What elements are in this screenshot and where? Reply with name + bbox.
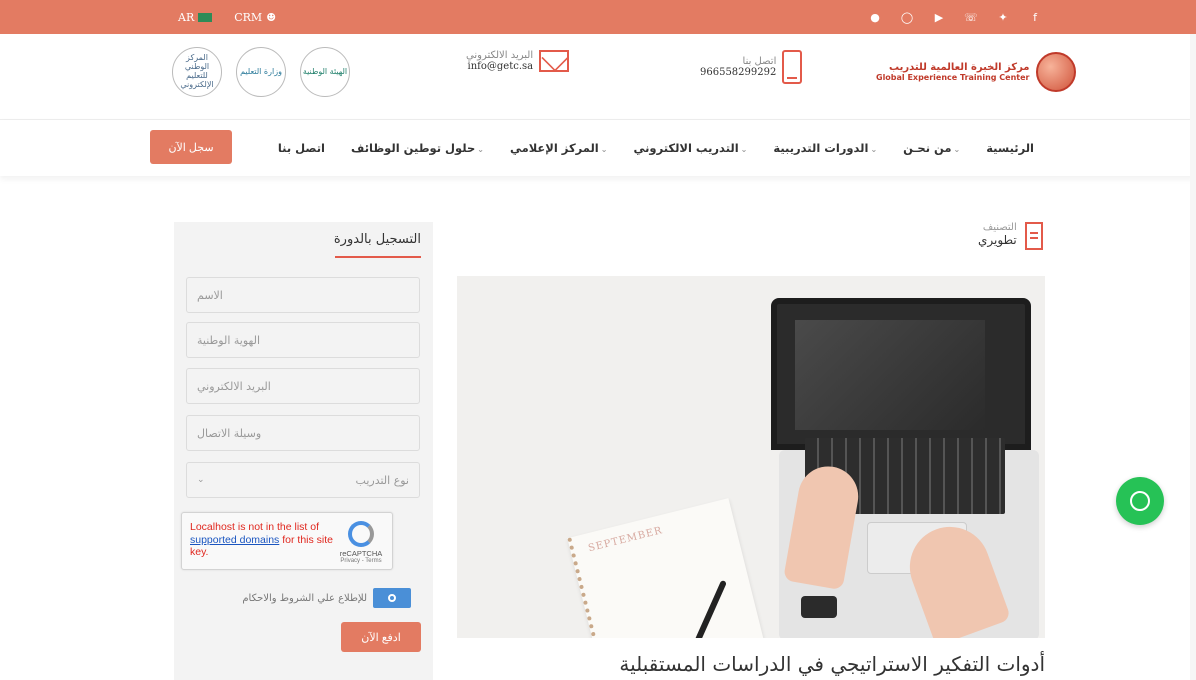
recaptcha-error: Localhost is not in the list of supporte… xyxy=(190,521,340,559)
whatsapp-float-button[interactable] xyxy=(1116,477,1164,525)
scrollbar[interactable] xyxy=(1190,34,1196,680)
brand-name-ar: مركز الخبرة العالمية للتدريب xyxy=(889,62,1030,73)
notebook-illustration: SEPTEMBER xyxy=(567,498,765,638)
nav-item[interactable]: حلول توطين الوظائف ⌄ xyxy=(351,141,484,155)
email-label: البريد الالكتروني xyxy=(466,50,534,61)
recaptcha-label: reCAPTCHA xyxy=(339,549,383,558)
contact-method-placeholder: وسيلة الاتصال xyxy=(197,426,262,440)
contact-method-input[interactable]: وسيلة الاتصال xyxy=(186,415,420,451)
chevron-down-icon: ⌄ xyxy=(600,145,608,154)
email-contact[interactable]: البريد الالكتروني info@getc.sa xyxy=(466,50,570,72)
circle-icon[interactable]: ● xyxy=(866,11,884,24)
user-icon: ☻ xyxy=(266,10,277,24)
category-label: التصنيف xyxy=(982,222,1017,233)
top-bar: AR CRM ☻ ● ◯ ▶ ☏ ✦ f xyxy=(0,0,1196,34)
partner-name: المركز الوطني للتعليم الإلكتروني xyxy=(180,53,214,89)
whatsapp-icon[interactable]: ☏ xyxy=(962,11,980,24)
national-id-input[interactable]: الهوية الوطنية xyxy=(186,322,420,358)
nav-item-label: من نحـن xyxy=(903,141,952,155)
facebook-icon[interactable]: f xyxy=(1026,11,1044,24)
nav-item-label: اتصل بنا xyxy=(277,141,326,155)
partner-logo-elearning[interactable]: المركز الوطني للتعليم الإلكتروني xyxy=(172,47,222,97)
nav-item[interactable]: المركز الإعلامي ⌄ xyxy=(510,141,608,155)
brand-name-en: Global Experience Training Center xyxy=(876,73,1030,82)
envelope-icon xyxy=(539,50,570,72)
partner-name: الهيئة الوطنية xyxy=(302,66,348,76)
register-now-button[interactable]: سجل الآن xyxy=(150,130,232,164)
partner-logo-ministry[interactable]: وزارة التعليم xyxy=(236,47,286,97)
terms-toggle[interactable] xyxy=(373,588,411,608)
email-value[interactable]: info@getc.sa xyxy=(466,61,534,72)
post-category: التصنيف تطويري xyxy=(978,222,1043,250)
bookmark-icon xyxy=(1024,222,1043,250)
recaptcha-icon xyxy=(348,521,374,547)
partner-name: وزارة التعليم xyxy=(240,66,282,76)
chevron-down-icon: ⌄ xyxy=(477,145,484,154)
nav-item-label: المركز الإعلامي xyxy=(509,141,599,155)
nav-item-label: الرئيسية xyxy=(986,141,1034,155)
laptop-screen xyxy=(771,298,1031,450)
language-switch[interactable]: AR xyxy=(178,10,213,24)
chevron-down-icon: ⌄ xyxy=(953,145,961,154)
crm-label: CRM xyxy=(234,10,263,24)
mobile-phone-icon xyxy=(782,50,803,84)
header: المركز الوطني للتعليم الإلكتروني وزارة ا… xyxy=(0,34,1196,120)
pay-now-button[interactable]: ادفع الآن xyxy=(341,622,421,652)
phone-value[interactable]: 966558299292 xyxy=(700,67,776,78)
flag-icon xyxy=(198,12,213,22)
chevron-down-icon: ⌄ xyxy=(870,145,878,154)
email-input[interactable]: البريد الالكتروني xyxy=(186,368,420,404)
name-placeholder: الاسم xyxy=(197,288,223,302)
terms-label[interactable]: للإطلاع علي الشروط والاحكام xyxy=(242,593,367,604)
phone-label: اتصل بنا xyxy=(742,56,777,67)
name-input[interactable]: الاسم xyxy=(186,277,420,313)
toggle-knob-icon xyxy=(388,594,396,602)
watch-illustration xyxy=(801,596,837,618)
language-label: AR xyxy=(178,10,195,24)
nav-item[interactable]: اتصل بنا xyxy=(278,141,325,155)
site-logo[interactable]: مركز الخبرة العالمية للتدريب Global Expe… xyxy=(876,52,1076,92)
nav-item[interactable]: من نحـن ⌄ xyxy=(903,141,960,155)
nav-item[interactable]: الرئيسية xyxy=(986,141,1034,155)
partner-logo-authority[interactable]: الهيئة الوطنية xyxy=(300,47,350,97)
nav-item-label: حلول توطين الوظائف xyxy=(351,141,476,155)
course-image: SEPTEMBER xyxy=(457,276,1045,638)
crm-link[interactable]: CRM ☻ xyxy=(234,11,276,24)
chevron-down-icon: ⌄ xyxy=(740,145,748,154)
chevron-down-icon: ⌄ xyxy=(197,475,205,485)
training-type-select[interactable]: ⌄ نوع التدريب xyxy=(186,462,420,498)
title-underline xyxy=(335,256,421,258)
supported-domains-link[interactable]: supported domains xyxy=(190,534,279,546)
twitter-icon[interactable]: ✦ xyxy=(994,11,1012,24)
training-type-value: نوع التدريب xyxy=(355,473,409,487)
phone-contact[interactable]: اتصل بنا 966558299292 xyxy=(700,50,803,84)
main-nav: الرئيسية من نحـن ⌄ الدورات التدريبية ⌄ التدري… xyxy=(0,120,1196,176)
registration-form: التسجيل بالدورة الاسم الهوية الوطنية الب… xyxy=(174,222,433,680)
category-value[interactable]: تطويري xyxy=(978,233,1017,247)
globe-logo-icon xyxy=(1035,52,1076,92)
national-id-placeholder: الهوية الوطنية xyxy=(197,333,260,347)
nav-item-label: الدورات التدريبية xyxy=(773,141,869,155)
recaptcha-links[interactable]: Privacy - Terms xyxy=(336,558,386,564)
recaptcha-error-text: Localhost is not in the list of xyxy=(190,521,319,533)
whatsapp-icon xyxy=(1130,491,1150,511)
email-placeholder: البريد الالكتروني xyxy=(197,379,271,393)
post-title: أدوات التفكير الاستراتيجي في الدراسات ال… xyxy=(619,652,1045,676)
form-title: التسجيل بالدورة xyxy=(333,232,421,247)
youtube-icon[interactable]: ▶ xyxy=(930,11,948,24)
notebook-month: SEPTEMBER xyxy=(587,525,664,555)
instagram-icon[interactable]: ◯ xyxy=(898,11,916,24)
nav-item[interactable]: الدورات التدريبية ⌄ xyxy=(773,141,877,155)
recaptcha-widget[interactable]: Localhost is not in the list of supporte… xyxy=(181,512,393,570)
terms-row: للإطلاع علي الشروط والاحكام xyxy=(242,588,411,608)
nav-item[interactable]: التدريب الالكتروني ⌄ xyxy=(633,141,747,155)
nav-item-label: التدريب الالكتروني xyxy=(633,141,739,155)
